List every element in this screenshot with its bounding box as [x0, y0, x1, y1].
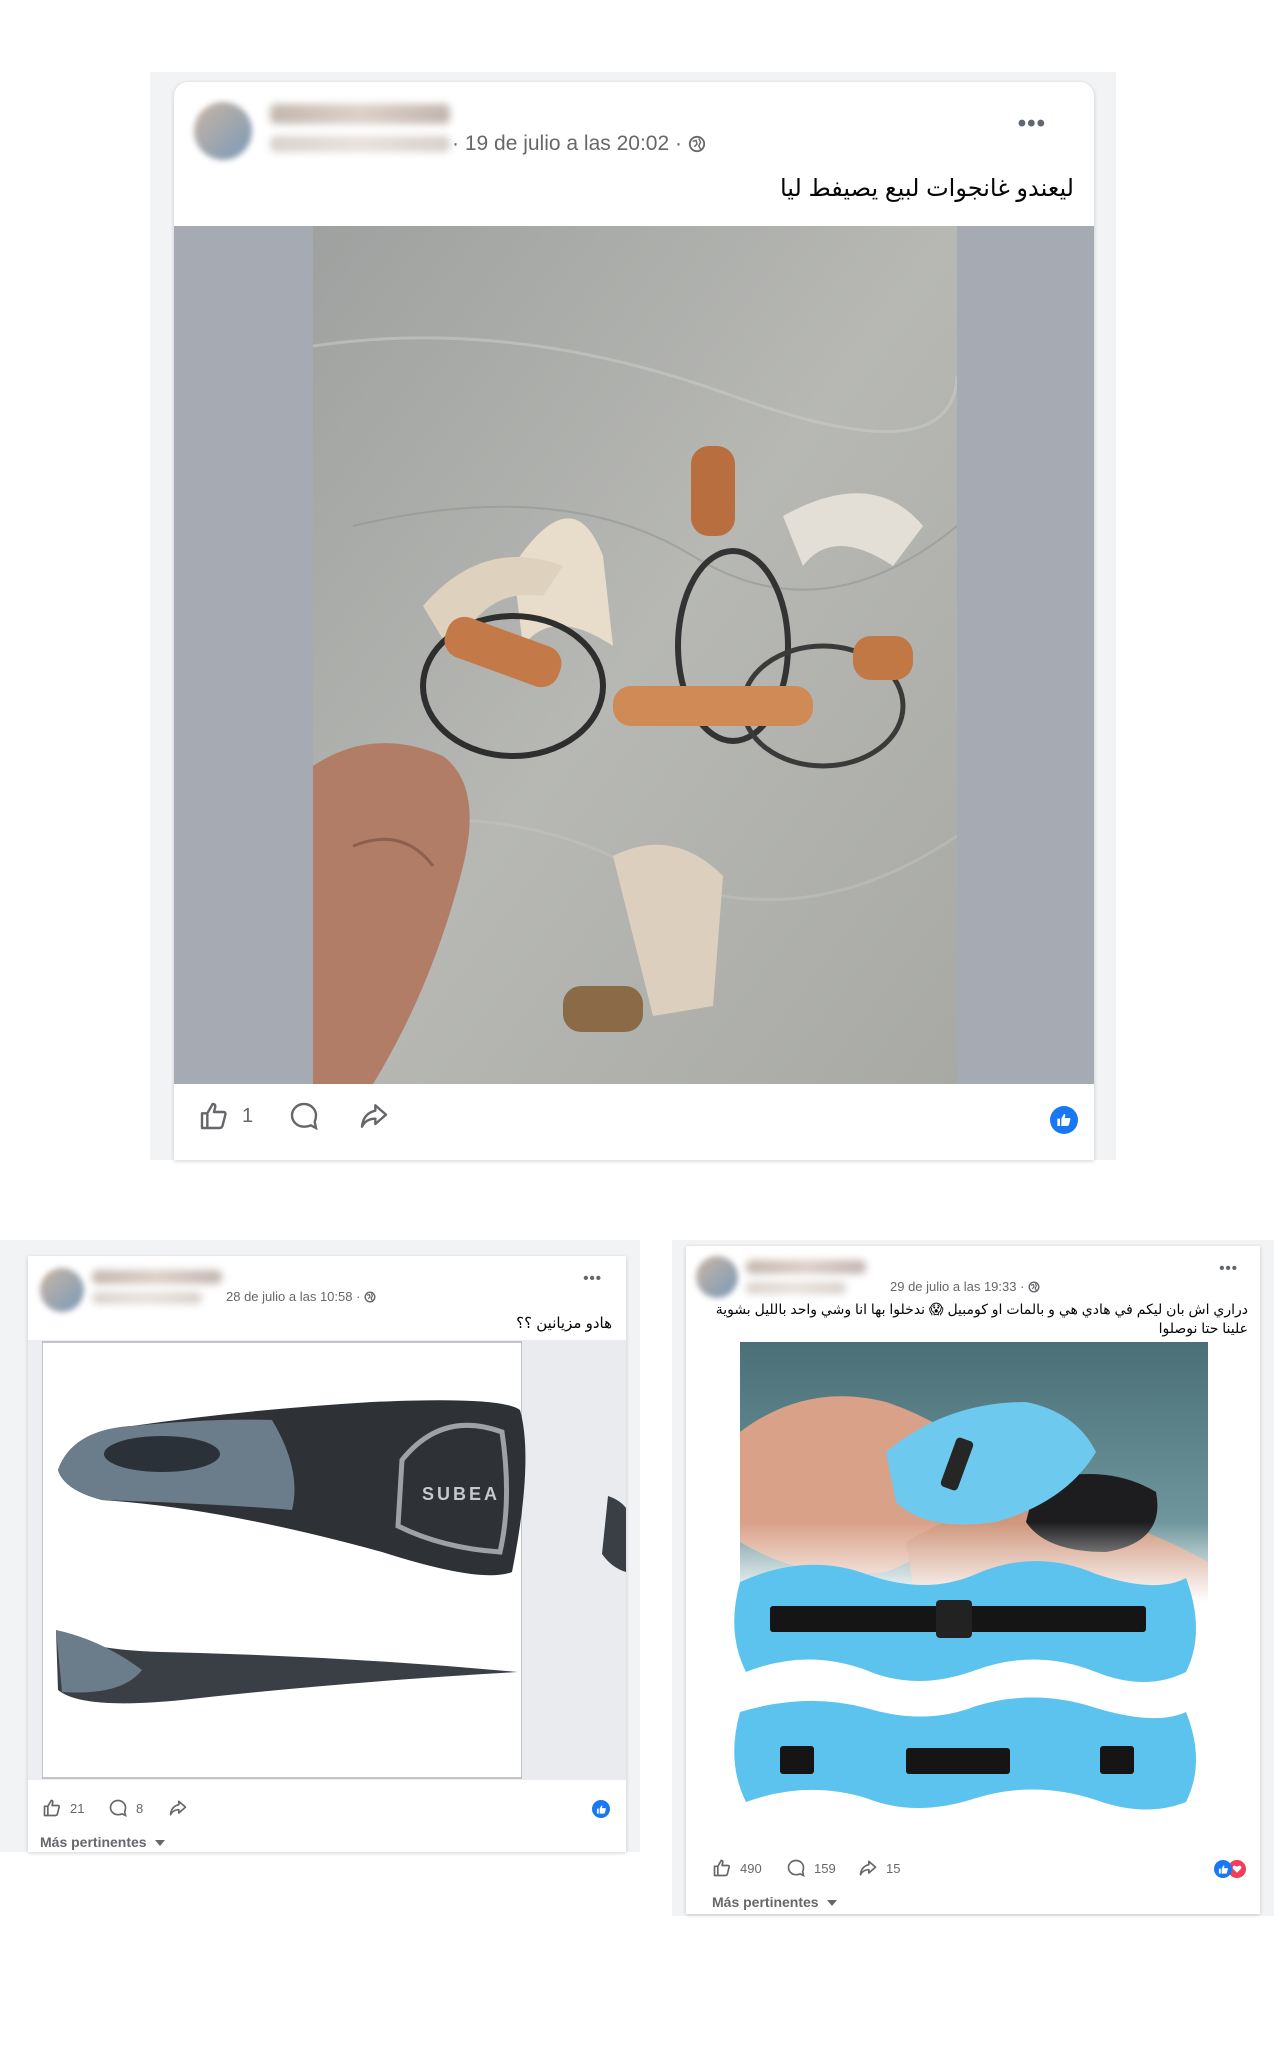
share-icon — [169, 1800, 187, 1816]
post-3-avatar[interactable] — [696, 1256, 738, 1298]
post-2-options-button[interactable]: ••• — [583, 1270, 602, 1287]
post-3-username-blurred[interactable] — [746, 1282, 846, 1294]
post-2-like-button[interactable]: 21 — [42, 1798, 84, 1818]
post-1-card: · 19 de julio a las 20:02 · ••• ليعندو غ… — [174, 82, 1094, 1160]
post-3-share-count: 15 — [886, 1860, 901, 1876]
post-2-username-blurred[interactable] — [92, 1292, 202, 1304]
post-1-username-blurred[interactable] — [270, 136, 450, 152]
chevron-down-icon — [154, 1840, 165, 1847]
post-1-date[interactable]: 19 de julio a las 20:02 — [465, 132, 669, 155]
post-3-date[interactable]: 29 de julio a las 19:33 — [890, 1279, 1016, 1294]
post-2-comment-button[interactable]: 8 — [108, 1798, 143, 1818]
post-3-comment-button[interactable]: 159 — [786, 1858, 836, 1878]
post-1-meta: · 19 de julio a las 20:02 · — [452, 132, 706, 156]
post-2-card: 28 de julio a las 10:58 · ••• هادو مزيان… — [28, 1256, 626, 1852]
post-3-most-relevant-label: Más pertinentes — [712, 1894, 819, 1910]
thumbs-up-icon — [43, 1799, 60, 1817]
post-2-most-relevant-label: Más pertinentes — [40, 1834, 147, 1850]
globe-icon — [688, 135, 705, 153]
post-2-like-reaction-badge[interactable] — [592, 1800, 610, 1818]
post-3-options-button[interactable]: ••• — [1219, 1260, 1238, 1277]
post-1-author-name-blurred[interactable] — [270, 104, 450, 124]
post-2-most-relevant-dropdown[interactable]: Más pertinentes — [40, 1834, 165, 1850]
post-2-share-button[interactable] — [168, 1798, 188, 1818]
fin-brand-text: SUBEA — [422, 1484, 500, 1504]
post-3-like-reaction-badge — [1214, 1860, 1232, 1878]
post-2-text: هادو مزيانين ؟؟ — [516, 1315, 612, 1332]
comment-icon — [109, 1799, 127, 1818]
heart-icon — [1232, 1865, 1242, 1873]
comment-icon — [290, 1102, 318, 1131]
post-3-media[interactable] — [686, 1342, 1260, 1840]
post-2-like-count: 21 — [70, 1800, 85, 1816]
share-icon — [859, 1860, 877, 1876]
post-3-share-button[interactable]: 15 — [858, 1858, 900, 1878]
comment-icon — [787, 1859, 805, 1878]
globe-icon — [1028, 1281, 1040, 1293]
post-1-text: ليعندو غانجوات لبيع يصيفط ليا — [779, 175, 1074, 202]
post-1-like-reaction-badge[interactable] — [1050, 1106, 1078, 1134]
post-1-options-button[interactable]: ••• — [1018, 110, 1046, 138]
chevron-down-icon — [826, 1900, 837, 1907]
post-3-text: دراري اش بان ليكم في هادي هي و بالمات او… — [715, 1301, 1248, 1336]
thumbs-up-filled-icon — [1218, 1864, 1228, 1874]
wooden-handles-with-cords-photo — [313, 226, 957, 1084]
post-1-share-button[interactable] — [358, 1100, 390, 1132]
swim-fins-photo: SUBEA — [42, 1340, 626, 1780]
post-3-card: 29 de julio a las 19:33 · ••• دراري اش ب… — [686, 1246, 1260, 1914]
post-2-author-name-blurred[interactable] — [92, 1270, 222, 1284]
thumbs-up-filled-icon — [1057, 1114, 1071, 1126]
post-3-like-button[interactable]: 490 — [712, 1858, 762, 1878]
post-2-avatar[interactable] — [40, 1268, 84, 1312]
post-2-media[interactable]: SUBEA — [28, 1340, 626, 1780]
thumbs-up-filled-icon — [596, 1804, 606, 1814]
post-1-like-button[interactable]: 1 — [198, 1100, 253, 1132]
post-3-like-count: 490 — [740, 1860, 762, 1876]
post-2-meta: 28 de julio a las 10:58 · — [226, 1289, 376, 1304]
post-2-date[interactable]: 28 de julio a las 10:58 — [226, 1289, 352, 1304]
post-1-media[interactable] — [174, 226, 1094, 1084]
post-1-avatar[interactable] — [194, 102, 252, 160]
swim-belt-photo — [734, 1342, 1208, 1810]
thumbs-up-icon — [200, 1102, 227, 1130]
thumbs-up-icon — [713, 1859, 730, 1877]
globe-icon — [364, 1291, 376, 1303]
share-icon — [360, 1104, 388, 1128]
post-1-comment-button[interactable] — [288, 1100, 320, 1132]
post-3-most-relevant-dropdown[interactable]: Más pertinentes — [712, 1894, 837, 1910]
post-3-meta: 29 de julio a las 19:33 · — [890, 1279, 1040, 1294]
post-3-reaction-badges[interactable] — [1214, 1860, 1248, 1878]
post-3-comment-count: 159 — [814, 1860, 836, 1876]
post-1-like-count: 1 — [242, 1104, 254, 1127]
post-3-author-name-blurred[interactable] — [746, 1260, 866, 1274]
post-2-comment-count: 8 — [136, 1800, 144, 1816]
